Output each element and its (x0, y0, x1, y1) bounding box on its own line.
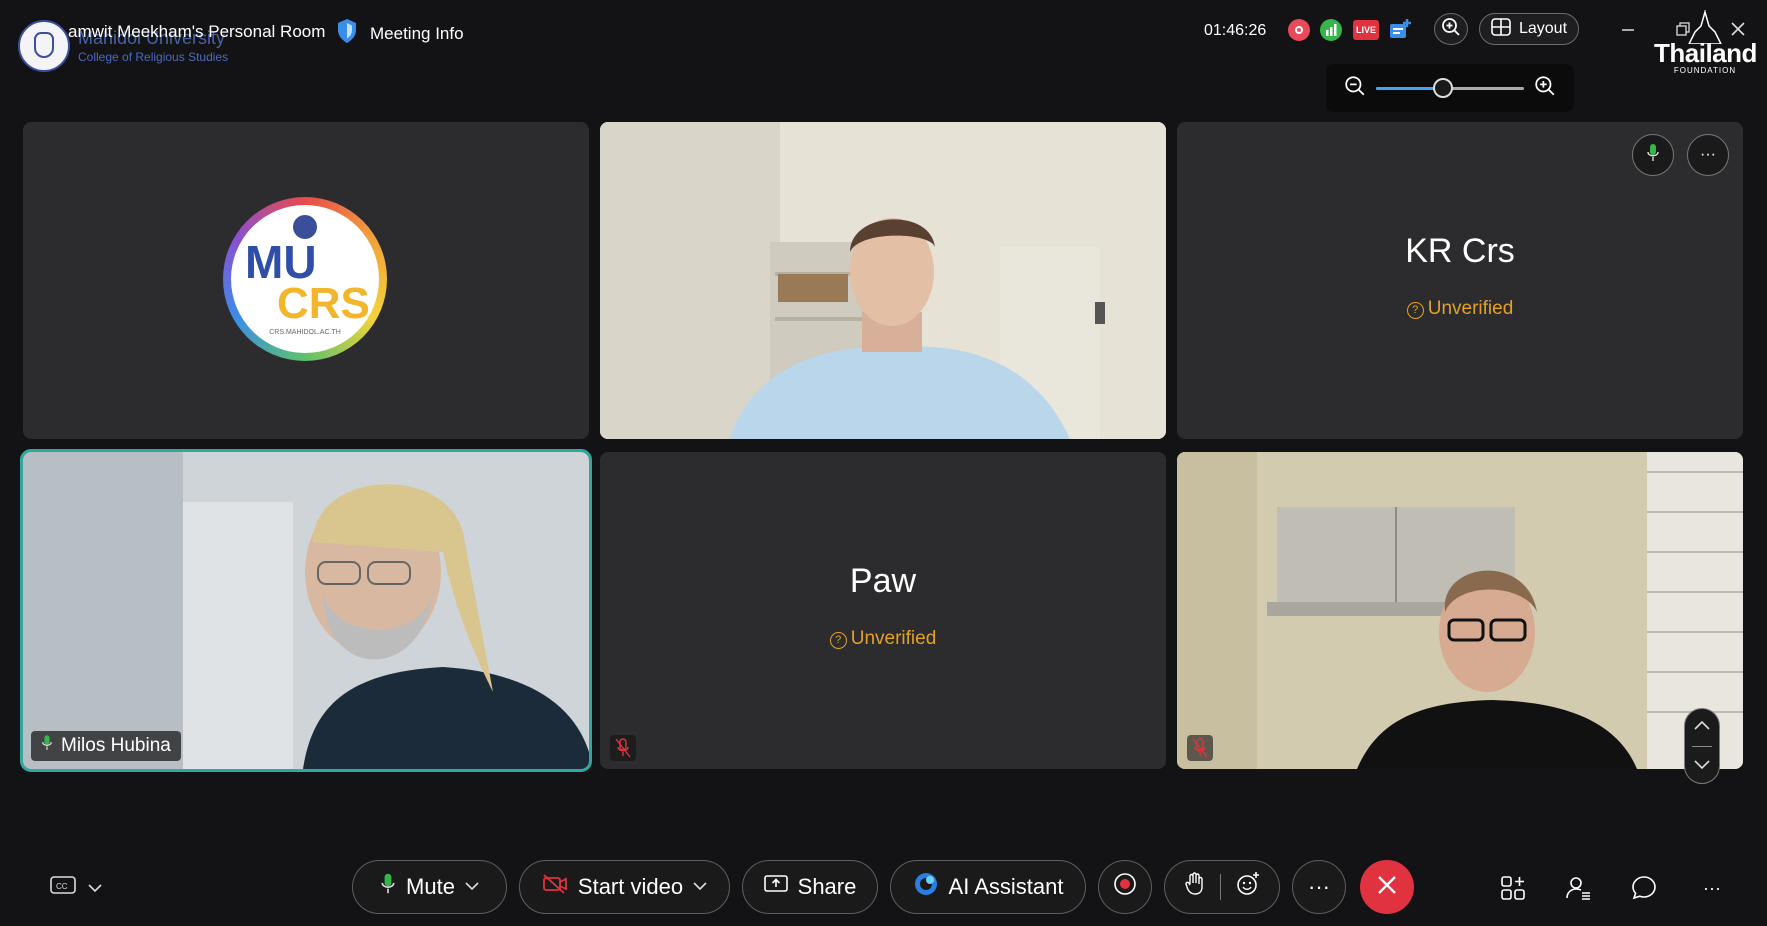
sponsor-logo: Thailand FOUNDATION (1654, 10, 1757, 94)
more-options-button[interactable]: ··· (1292, 860, 1346, 914)
mute-label: Mute (406, 874, 455, 899)
zoom-slider-popup (1326, 64, 1574, 112)
layout-button[interactable]: Layout (1479, 13, 1579, 45)
video-off-icon (542, 874, 568, 900)
mic-status-button[interactable] (1632, 134, 1674, 176)
mic-muted-icon (1187, 735, 1213, 761)
participants-icon[interactable] (1562, 872, 1594, 904)
participant-tile-logo[interactable]: MU CRS CRS.MAHIDOL.AC.TH (23, 122, 589, 439)
chat-icon[interactable] (1628, 872, 1660, 904)
university-subtitle: College of Religious Studies (78, 50, 229, 64)
more-icon: ··· (1308, 874, 1330, 899)
chevron-down-icon[interactable] (88, 880, 102, 898)
mic-muted-icon (610, 735, 636, 761)
zoom-button[interactable] (1434, 13, 1468, 45)
help-circle-icon: ? (829, 632, 847, 649)
participant-tile-kr-crs[interactable]: KR Crs ? Unverified ··· (1177, 122, 1743, 439)
college-logo: MU CRS CRS.MAHIDOL.AC.TH (223, 197, 387, 361)
participant-video-feed (1177, 452, 1743, 769)
chevron-down-icon[interactable] (693, 880, 707, 894)
meeting-room-title: amwit Meekham's Personal Room (68, 22, 326, 41)
close-icon (1377, 875, 1397, 900)
logo-url-text: CRS.MAHIDOL.AC.TH (269, 329, 341, 336)
ai-assistant-label: AI Assistant (948, 874, 1064, 899)
add-reaction-icon[interactable] (1235, 871, 1261, 903)
more-icon: ··· (1700, 146, 1716, 163)
zoom-in-icon (1441, 17, 1461, 42)
more-icon[interactable]: ··· (1696, 872, 1728, 904)
share-button[interactable]: Share (742, 860, 878, 914)
record-button[interactable] (1098, 860, 1152, 914)
ai-assistant-button[interactable]: AI Assistant (890, 860, 1086, 914)
chevron-down-icon[interactable] (1694, 757, 1710, 775)
university-logo (18, 20, 70, 72)
network-stats-icon[interactable] (1320, 19, 1342, 41)
meeting-timer: 01:46:26 (1204, 22, 1267, 39)
participant-name: Paw (849, 562, 917, 600)
participant-video-feed (23, 452, 589, 769)
reactions-group (1164, 860, 1280, 914)
scroller-divider (1692, 745, 1712, 747)
divider (1219, 874, 1221, 900)
participant-video-tile[interactable] (1177, 452, 1743, 769)
start-video-button[interactable]: Start video (519, 860, 730, 914)
apps-add-icon[interactable] (1388, 18, 1412, 42)
participant-tile-active-speaker[interactable]: Milos Hubina (20, 449, 592, 772)
participant-video-tile[interactable] (600, 122, 1166, 439)
layout-label: Layout (1518, 20, 1568, 37)
shield-icon (336, 18, 358, 49)
share-screen-icon (763, 874, 788, 900)
help-circle-icon: ? (1406, 302, 1424, 319)
closed-captions-icon[interactable]: CC (50, 876, 76, 901)
unverified-label: Unverified (850, 628, 937, 649)
chevron-up-icon[interactable] (1694, 717, 1710, 735)
mic-icon (1646, 143, 1660, 168)
chevron-down-icon[interactable] (465, 880, 479, 894)
participant-name: KR Crs (1405, 232, 1515, 270)
mute-button[interactable]: Mute (352, 860, 507, 914)
unverified-status: ? Unverified (600, 628, 1166, 650)
minimize-icon[interactable] (1617, 18, 1639, 40)
live-stream-badge[interactable]: LIVE (1353, 20, 1379, 40)
meeting-info-label: Meeting Info (370, 23, 464, 43)
start-video-label: Start video (577, 874, 684, 899)
participant-more-button[interactable]: ··· (1687, 134, 1729, 176)
unverified-status: ? Unverified (1177, 298, 1743, 320)
unverified-label: Unverified (1427, 298, 1514, 319)
record-icon (1112, 871, 1138, 903)
layout-grid-icon (1491, 17, 1511, 41)
logo-crs-text: CRS (277, 279, 370, 328)
meeting-info-button[interactable]: Meeting Info (336, 18, 464, 49)
recording-status-icon[interactable] (1288, 19, 1310, 41)
zoom-slider-handle[interactable] (1432, 77, 1453, 98)
zoom-in-icon[interactable] (1534, 75, 1556, 102)
participant-name: Milos Hubina (61, 735, 171, 756)
zoom-out-icon[interactable] (1344, 75, 1366, 102)
mic-icon (380, 872, 396, 902)
raise-hand-icon[interactable] (1184, 872, 1206, 902)
svg-text:CC: CC (56, 882, 68, 891)
end-call-button[interactable] (1360, 860, 1414, 914)
closed-captions-control[interactable]: CC (50, 876, 102, 901)
participant-tile-paw[interactable]: Paw ? Unverified (600, 452, 1166, 769)
mic-icon (41, 734, 53, 758)
grid-page-scroller[interactable] (1684, 708, 1720, 784)
zoom-slider[interactable] (1376, 77, 1524, 98)
participant-name-tag: Milos Hubina (31, 731, 181, 761)
share-label: Share (797, 874, 857, 899)
apps-icon[interactable] (1497, 872, 1529, 904)
participant-video-feed (600, 122, 1166, 439)
ai-assistant-icon (913, 871, 939, 903)
